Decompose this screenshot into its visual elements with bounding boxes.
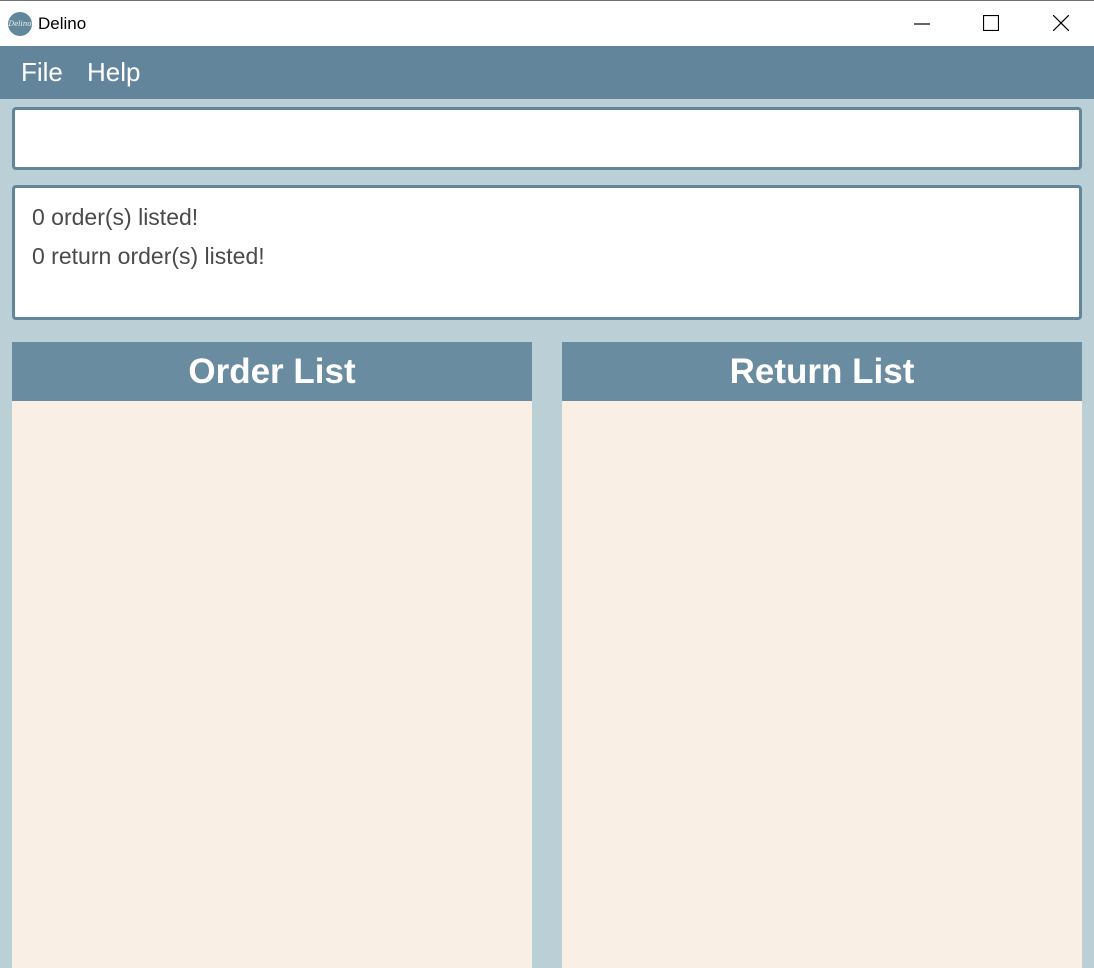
app-icon-text: Delino — [8, 20, 32, 28]
window-title: Delino — [38, 14, 87, 33]
delino-app-icon: Delino — [8, 12, 32, 36]
minimize-icon — [914, 23, 930, 25]
close-icon — [1053, 15, 1069, 31]
order-list-view[interactable] — [12, 401, 532, 968]
close-button[interactable] — [1038, 1, 1084, 46]
result-line: 0 order(s) listed! — [32, 204, 199, 230]
menu-bar: File Help — [0, 46, 1094, 99]
return-list-panel: Return List — [562, 342, 1082, 968]
return-list-title: Return List — [562, 342, 1082, 401]
maximize-button[interactable] — [968, 1, 1014, 46]
return-list-view[interactable] — [562, 401, 1082, 968]
command-input[interactable] — [15, 110, 1079, 167]
menu-file[interactable]: File — [21, 57, 63, 87]
menu-help[interactable]: Help — [87, 57, 140, 87]
order-list-panel: Order List — [12, 342, 532, 968]
app-window: Delino Delino File Help 0 order(s) liste… — [0, 0, 1094, 968]
maximize-icon — [983, 15, 999, 31]
title-bar[interactable]: Delino Delino — [0, 0, 1094, 46]
order-list-title: Order List — [12, 342, 532, 401]
minimize-button[interactable] — [899, 1, 945, 46]
command-box — [12, 107, 1082, 170]
result-display: 0 order(s) listed! 0 return order(s) lis… — [12, 185, 1082, 320]
result-line: 0 return order(s) listed! — [32, 243, 265, 269]
